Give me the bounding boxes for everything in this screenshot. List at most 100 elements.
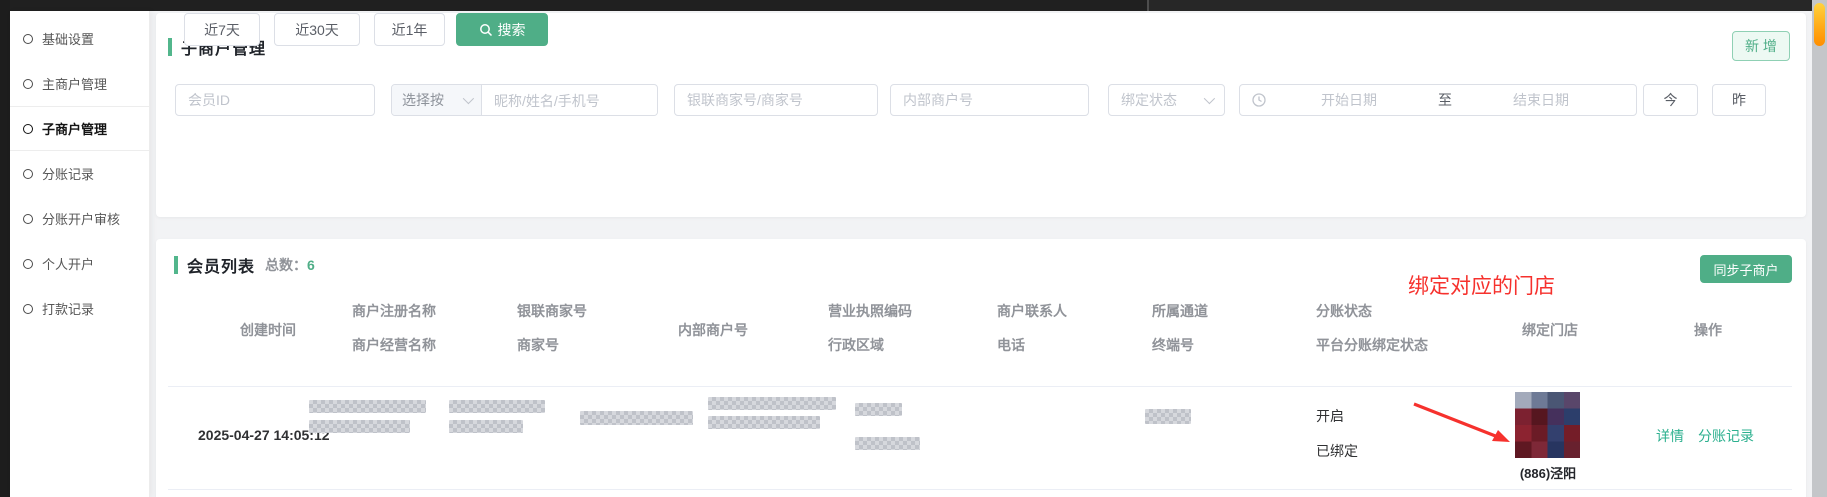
blurred-contact xyxy=(855,403,902,416)
sidebar-item-sub-merchant[interactable]: 子商户管理 xyxy=(10,106,149,151)
col-header-platform-bind: 平台分账绑定状态 xyxy=(1316,337,1428,353)
select-by-label: 选择按 xyxy=(402,90,444,110)
range-30d-button[interactable]: 近30天 xyxy=(274,13,360,46)
scrollbar-thumb[interactable] xyxy=(1814,3,1825,46)
blurred-region xyxy=(708,416,820,429)
range-7d-button[interactable]: 近7天 xyxy=(184,13,260,46)
detail-link[interactable]: 详情 xyxy=(1656,426,1684,446)
circle-icon xyxy=(23,304,33,314)
bind-status-dropdown[interactable]: 绑定状态 xyxy=(1108,84,1225,116)
total-label: 总数： xyxy=(265,255,307,275)
sidebar: 基础设置 主商户管理 子商户管理 分账记录 分账开户审核 个人开户 打款记录 xyxy=(10,11,150,497)
chevron-down-icon xyxy=(1204,93,1215,104)
unionpay-field-wrap xyxy=(674,84,878,116)
split-records-link[interactable]: 分账记录 xyxy=(1698,426,1754,446)
scrollbar-track[interactable] xyxy=(1812,0,1827,497)
col-header-license-no: 营业执照编码 xyxy=(828,303,912,319)
select-by-dropdown[interactable]: 选择按 xyxy=(392,85,482,115)
list-title: 会员列表 xyxy=(187,253,255,277)
circle-icon xyxy=(23,79,33,89)
col-header-terminal: 终端号 xyxy=(1152,337,1194,353)
unionpay-merchant-input[interactable] xyxy=(674,84,878,116)
sidebar-item-label: 个人开户 xyxy=(42,254,94,273)
chevron-down-icon xyxy=(463,93,474,104)
add-button[interactable]: 新 增 xyxy=(1732,31,1790,61)
circle-icon xyxy=(23,259,33,269)
internal-merchant-input[interactable] xyxy=(890,84,1089,116)
col-header-internal-no: 内部商户号 xyxy=(678,322,748,338)
circle-icon xyxy=(23,169,33,179)
col-header-region: 行政区域 xyxy=(828,337,884,353)
red-arrow-annotation xyxy=(1410,398,1514,446)
member-id-field-wrap xyxy=(175,84,375,116)
blurred-merchant-no xyxy=(449,420,523,433)
sidebar-item-main-merchant[interactable]: 主商户管理 xyxy=(10,61,149,106)
header-divider xyxy=(168,386,1792,387)
clock-icon xyxy=(1252,93,1266,107)
row-divider xyxy=(168,489,1792,490)
col-header-created: 创建时间 xyxy=(198,322,338,338)
cell-split-status: 开启 xyxy=(1316,406,1344,426)
col-header-unionpay-no: 银联商家号 xyxy=(517,303,587,319)
sidebar-item-label: 打款记录 xyxy=(42,299,94,318)
blurred-terminal xyxy=(1145,409,1191,424)
search-by-combo: 选择按 xyxy=(391,84,658,116)
col-header-register-name: 商户注册名称 xyxy=(352,303,436,319)
title-accent-bar xyxy=(168,38,172,56)
search-button[interactable]: 搜索 xyxy=(456,13,548,46)
sidebar-item-basic-settings[interactable]: 基础设置 xyxy=(10,16,149,61)
sidebar-item-label: 分账记录 xyxy=(42,164,94,183)
internal-merchant-field-wrap xyxy=(890,84,1089,116)
sidebar-item-payout-records[interactable]: 打款记录 xyxy=(10,286,149,331)
col-header-split-status: 分账状态 xyxy=(1316,303,1372,319)
blurred-unionpay-no xyxy=(449,400,545,413)
title-accent-bar xyxy=(174,256,178,274)
range-separator: 至 xyxy=(1432,90,1458,110)
col-header-channel: 所属通道 xyxy=(1152,303,1208,319)
sidebar-item-personal-account[interactable]: 个人开户 xyxy=(10,241,149,286)
member-list-card: 会员列表 总数： 6 同步子商户 绑定对应的门店 创建时间 商户注册名称 商户经… xyxy=(156,239,1806,497)
left-edge-strip xyxy=(0,0,10,497)
col-header-phone: 电话 xyxy=(997,337,1025,353)
blurred-business-name xyxy=(309,420,410,433)
red-annotation-text: 绑定对应的门店 xyxy=(1408,270,1555,300)
sidebar-item-split-records[interactable]: 分账记录 xyxy=(10,151,149,196)
start-date-placeholder[interactable]: 开始日期 xyxy=(1266,90,1432,110)
sidebar-item-label: 子商户管理 xyxy=(42,119,107,138)
yesterday-button[interactable]: 昨 xyxy=(1712,84,1766,116)
filter-card: 子商户管理 新 增 选择按 绑定状态 开 xyxy=(156,13,1806,217)
blurred-register-name xyxy=(309,400,426,413)
sidebar-item-label: 分账开户审核 xyxy=(42,209,120,228)
topbar-right-segment xyxy=(1147,0,1812,11)
member-id-input[interactable] xyxy=(175,84,375,116)
end-date-placeholder[interactable]: 结束日期 xyxy=(1458,90,1624,110)
store-thumbnail-image[interactable] xyxy=(1515,392,1580,458)
date-range-picker[interactable]: 开始日期 至 结束日期 xyxy=(1239,84,1637,116)
range-1y-button[interactable]: 近1年 xyxy=(374,13,445,46)
col-header-actions: 操作 xyxy=(1694,322,1722,338)
blurred-license-no xyxy=(708,397,836,410)
col-header-contact: 商户联系人 xyxy=(997,303,1067,319)
bind-status-label: 绑定状态 xyxy=(1121,90,1177,110)
search-icon xyxy=(479,23,493,37)
list-card-title: 会员列表 总数： 6 xyxy=(174,253,315,277)
col-header-store: 绑定门店 xyxy=(1522,322,1578,338)
blurred-internal-no xyxy=(580,411,693,425)
total-count: 6 xyxy=(307,257,315,273)
col-header-merchant-no: 商家号 xyxy=(517,337,559,353)
sync-sub-merchant-button[interactable]: 同步子商户 xyxy=(1700,255,1792,283)
circle-icon xyxy=(23,124,33,134)
sidebar-item-label: 主商户管理 xyxy=(42,74,107,93)
blurred-phone xyxy=(855,437,920,450)
circle-icon xyxy=(23,34,33,44)
today-button[interactable]: 今 xyxy=(1643,84,1698,116)
circle-icon xyxy=(23,214,33,224)
sidebar-item-split-account-audit[interactable]: 分账开户审核 xyxy=(10,196,149,241)
col-header-business-name: 商户经营名称 xyxy=(352,337,436,353)
app-window: 基础设置 主商户管理 子商户管理 分账记录 分账开户审核 个人开户 打款记录 xyxy=(0,0,1827,497)
nickname-input[interactable] xyxy=(482,85,657,116)
sidebar-item-label: 基础设置 xyxy=(42,29,94,48)
cell-platform-bind-status: 已绑定 xyxy=(1316,441,1358,461)
topbar xyxy=(0,0,1812,11)
store-caption: (886)泾阳 xyxy=(1503,463,1593,482)
